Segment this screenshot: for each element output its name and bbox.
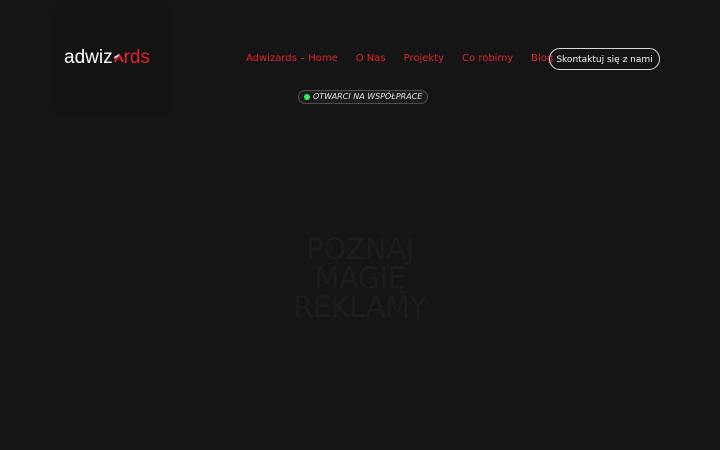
hero-line-3: REKLAMY: [293, 290, 427, 324]
logo-text-part2: rds: [123, 47, 150, 68]
logo-chevron-a-icon: [113, 49, 124, 63]
nav-services-link[interactable]: Co robimy: [462, 52, 513, 65]
status-label: OTWARCI NA WSPÓŁPRACE: [313, 92, 423, 101]
status-badge: OTWARCI NA WSPÓŁPRACE: [298, 90, 429, 104]
page: adwiz rds Adwizards – Home O Nas Projekt…: [0, 0, 720, 450]
nav-about-link[interactable]: O Nas: [356, 52, 386, 65]
logo[interactable]: adwiz rds: [64, 47, 150, 69]
green-dot-icon: [304, 94, 310, 100]
nav-home-link[interactable]: Adwizards – Home: [246, 52, 338, 65]
main-navigation: Adwizards – Home O Nas Projekty Co robim…: [246, 52, 553, 65]
hero-heading: POZNAJ MAGIĘ REKLAMY: [260, 235, 460, 322]
contact-button[interactable]: Skontaktuj się z nami: [549, 48, 660, 70]
hero-line-1: POZNAJ: [306, 232, 414, 266]
nav-projects-link[interactable]: Projekty: [404, 52, 444, 65]
hero-line-2: MAGIĘ: [314, 261, 406, 295]
logo-text-part1: adwiz: [64, 47, 113, 68]
